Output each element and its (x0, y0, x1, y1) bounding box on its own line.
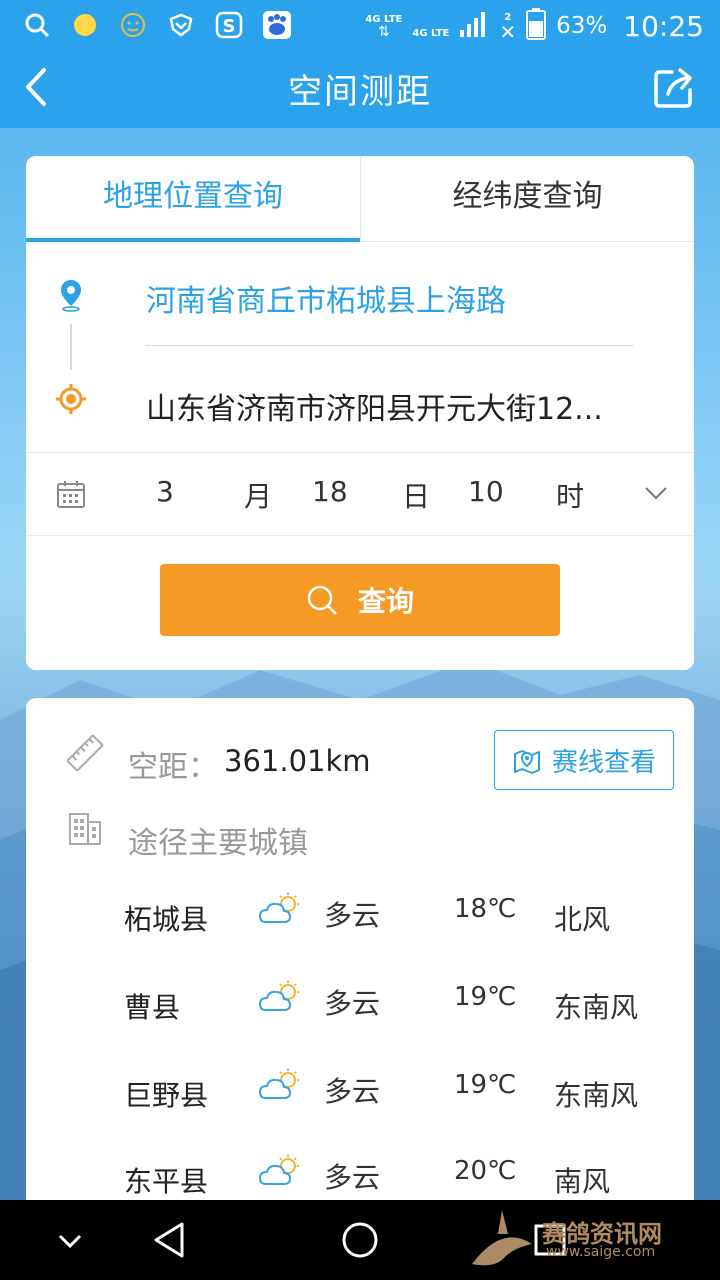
search-icon (307, 585, 337, 615)
battery-icon (526, 8, 547, 44)
ruler-icon (66, 734, 104, 772)
wind-direction: 北风 (554, 903, 611, 936)
app-bar: 空间测距 (0, 52, 720, 128)
chevron-down-icon[interactable] (644, 483, 668, 503)
distance-value: 361.01km (224, 744, 371, 778)
origin-field[interactable]: 河南省商丘市柘城县上海路 (146, 276, 506, 320)
town-row: 柘城县 多云 18℃ 北风 (26, 882, 694, 942)
sim2-indicator: 2 ✕ (499, 11, 517, 44)
result-card: 空距： 361.01km 赛线查看 途径主要城镇 柘城县 多云 18℃ 北风 曹… (26, 698, 694, 1258)
shield-icon (166, 10, 196, 40)
route-connector-line (70, 324, 72, 370)
watermark-logo-icon (472, 1210, 532, 1266)
partly-cloudy-icon (258, 893, 299, 923)
battery-percent: 63% (556, 13, 608, 39)
baidu-icon (262, 10, 292, 40)
town-name: 柘城县 (124, 903, 209, 936)
search-icon (22, 10, 52, 40)
building-icon (69, 813, 101, 845)
town-row: 东平县 多云 20℃ 南风 (26, 1144, 694, 1204)
emoji-icon (118, 10, 148, 40)
partly-cloudy-icon (258, 981, 299, 1011)
wind-direction: 东南风 (554, 1079, 639, 1112)
network-indicator: 4G LTE ⇅ (365, 13, 403, 40)
tab-bar: 地理位置查询 经纬度查询 (26, 156, 694, 242)
wind-direction: 南风 (554, 1165, 611, 1198)
town-name: 曹县 (124, 991, 181, 1024)
town-row: 巨野县 多云 19℃ 东南风 (26, 1058, 694, 1118)
query-card: 地理位置查询 经纬度查询 河南省商丘市柘城县上海路 山东省济南市济阳县开元大街1… (26, 156, 694, 670)
svg-text:S: S (223, 16, 236, 37)
system-nav-bar: 赛鸽资讯网 www.saige.com (0, 1200, 720, 1280)
via-towns-label: 途径主要城镇 (128, 826, 308, 861)
target-icon (56, 384, 86, 414)
watermark-url: www.saige.com (546, 1244, 656, 1260)
wind-direction: 东南风 (554, 991, 639, 1024)
temperature: 19℃ (454, 982, 517, 1012)
weather-desc: 多云 (324, 899, 381, 932)
map-icon (513, 750, 540, 774)
distance-label: 空距： (128, 750, 218, 785)
calendar-icon (57, 481, 85, 508)
weather-desc: 多云 (324, 1161, 381, 1194)
hour-unit: 时 (556, 480, 585, 513)
date-selector[interactable]: 3 月 18 日 10 时 (26, 452, 694, 536)
month-unit: 月 (244, 480, 273, 513)
network-indicator-2: 4G LTE (412, 27, 450, 39)
nav-home-icon[interactable] (336, 1216, 384, 1264)
view-route-button[interactable]: 赛线查看 (494, 730, 674, 790)
destination-field[interactable]: 山东省济南市济阳县开元大街12... (146, 384, 636, 428)
weather-desc: 多云 (324, 987, 381, 1020)
temperature: 19℃ (454, 1070, 517, 1100)
nav-back-icon[interactable] (146, 1216, 194, 1264)
query-button-label: 查询 (357, 585, 414, 618)
location-pin-icon (61, 280, 81, 312)
weather-desc: 多云 (324, 1075, 381, 1108)
town-name: 巨野县 (124, 1079, 209, 1112)
town-name: 东平县 (124, 1165, 209, 1198)
notification-dot-icon (70, 10, 100, 40)
page-title: 空间测距 (288, 72, 432, 112)
town-row: 曹县 多云 19℃ 东南风 (26, 970, 694, 1030)
temperature: 18℃ (454, 894, 517, 924)
tab-location-query[interactable]: 地理位置查询 (26, 156, 360, 242)
active-tab-indicator (26, 238, 360, 242)
view-route-label: 赛线查看 (551, 747, 656, 778)
share-icon (654, 68, 692, 108)
month-value[interactable]: 3 (156, 475, 174, 508)
field-divider (146, 345, 634, 346)
hour-value[interactable]: 10 (468, 475, 504, 508)
tab-coordinate-query[interactable]: 经纬度查询 (360, 156, 694, 242)
temperature: 20℃ (454, 1156, 517, 1186)
day-value[interactable]: 18 (312, 475, 348, 508)
share-button[interactable] (652, 66, 696, 110)
day-unit: 日 (402, 480, 431, 513)
signal-icon (459, 10, 489, 42)
partly-cloudy-icon (258, 1155, 299, 1185)
watermark: 赛鸽资讯网 www.saige.com (462, 1204, 712, 1276)
status-bar: S 4G LTE ⇅ 4G LTE 2 ✕ 63% 10:25 (0, 0, 720, 52)
hide-keyboard-icon[interactable] (46, 1216, 94, 1264)
query-button[interactable]: 查询 (160, 564, 560, 636)
partly-cloudy-icon (258, 1069, 299, 1099)
sogou-icon: S (214, 10, 244, 40)
clock: 10:25 (623, 9, 704, 43)
